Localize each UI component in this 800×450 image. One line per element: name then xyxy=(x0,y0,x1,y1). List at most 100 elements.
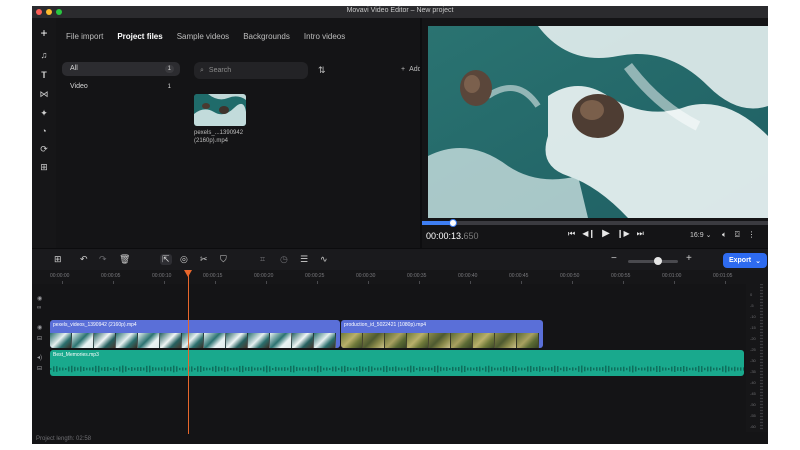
selection-cursor-icon[interactable]: ⇱ xyxy=(160,254,172,265)
video-preview[interactable] xyxy=(428,26,768,218)
waveform-bar xyxy=(254,367,256,371)
waveform-bar xyxy=(335,366,337,372)
zoom-out-icon[interactable]: − xyxy=(611,253,617,264)
more-tools-icon[interactable]: ⊞ xyxy=(36,160,52,174)
clip-frame xyxy=(407,333,429,348)
tab-backgrounds[interactable]: Backgrounds xyxy=(243,32,290,41)
link-icon[interactable]: ∞ xyxy=(37,305,41,311)
waveform-bar xyxy=(383,366,385,372)
search-field[interactable]: ⌕ Search xyxy=(194,62,308,79)
tab-project-files[interactable]: Project files xyxy=(117,32,162,41)
skip-start-icon[interactable]: ⏮ xyxy=(568,229,575,239)
playhead-line[interactable] xyxy=(188,270,189,434)
music-note-icon[interactable]: ♫ xyxy=(36,48,52,62)
scissors-icon[interactable]: ✂ xyxy=(200,254,208,265)
waveform-bar xyxy=(302,367,304,371)
waveform-bar xyxy=(521,367,523,371)
category-video[interactable]: Video 1 xyxy=(62,80,180,94)
volume-icon[interactable]: 🔈︎ xyxy=(722,230,727,240)
tab-file-import[interactable]: File import xyxy=(66,32,103,41)
zoom-in-icon[interactable]: + xyxy=(686,253,692,264)
clip-name: production_id_5022421 (1080p).mp4 xyxy=(344,322,427,328)
frame-forward-icon[interactable]: ❙▶ xyxy=(617,229,630,239)
effects-icon[interactable]: ✦ xyxy=(36,106,52,120)
waveform-bar xyxy=(653,367,655,371)
waveform-bar xyxy=(83,367,85,371)
frame-back-icon[interactable]: ◀❙ xyxy=(582,229,595,239)
waveform-bar xyxy=(251,366,253,372)
audio-wave-icon[interactable]: ∿ xyxy=(320,254,328,265)
waveform-bar xyxy=(560,367,562,371)
timeline-ruler[interactable]: 00:00:00 00:00:05 00:00:10 00:00:15 00:00:20… xyxy=(32,270,768,284)
waveform-bar xyxy=(398,367,400,371)
waveform-bar xyxy=(134,367,136,371)
waveform-bar xyxy=(704,367,706,371)
meter-label: -10 xyxy=(750,314,756,319)
lock-icon[interactable]: ⊟ xyxy=(37,335,42,342)
media-thumbnail[interactable] xyxy=(194,94,246,126)
waveform-bar xyxy=(278,367,280,371)
category-all[interactable]: All 1 xyxy=(62,62,180,76)
add-track-icon[interactable]: ⊞ xyxy=(54,254,62,265)
crop-icon[interactable]: ⌗ xyxy=(260,254,265,265)
titles-icon[interactable]: T xyxy=(36,68,52,82)
snapshot-camera-icon[interactable]: ⌼ xyxy=(735,230,740,240)
zoom-slider[interactable] xyxy=(628,260,678,263)
sort-icon[interactable]: ⇅ xyxy=(318,65,326,76)
clip-frame xyxy=(517,333,539,348)
ocean-rocks-frame xyxy=(428,26,768,218)
zoom-slider-handle[interactable] xyxy=(654,257,662,265)
waveform-bar xyxy=(467,367,469,371)
tab-intro-videos[interactable]: Intro videos xyxy=(304,32,345,41)
status-bar: Project length: 02:58 xyxy=(32,434,768,444)
more-options-icon[interactable]: ⋮ xyxy=(748,230,756,240)
waveform-bar xyxy=(332,366,334,372)
undo-icon[interactable]: ↶ xyxy=(80,254,88,265)
export-button[interactable]: Export ⌄ xyxy=(723,253,767,268)
waveform-bar xyxy=(539,366,541,372)
video-clip-1[interactable]: pexels_videos_1390942 (2160p).mp4 xyxy=(50,320,340,348)
filters-icon[interactable]: ◔ xyxy=(36,124,52,138)
play-icon[interactable]: ▶ xyxy=(602,228,610,239)
waveform-bar xyxy=(440,366,442,372)
video-clip-2[interactable]: production_id_5022421 (1080p).mp4 xyxy=(341,320,543,348)
tab-sample-videos[interactable]: Sample videos xyxy=(177,32,229,41)
waveform-bar xyxy=(236,367,238,371)
ruler-tick-label: 00:00:50 xyxy=(560,273,580,279)
ruler-tick-label: 00:00:05 xyxy=(101,273,121,279)
clip-frame xyxy=(473,333,495,348)
waveform-bar xyxy=(176,366,178,372)
clip-frame xyxy=(270,333,292,348)
waveform-bar xyxy=(77,367,79,371)
waveform-bar xyxy=(107,366,109,372)
eye-icon[interactable]: ◉ xyxy=(37,295,42,302)
waveform-bar xyxy=(473,367,475,371)
lock-icon[interactable]: ⊟ xyxy=(37,365,42,372)
eye-icon[interactable]: ◉ xyxy=(37,324,42,331)
skip-end-icon[interactable]: ⏭ xyxy=(637,229,644,239)
redo-icon[interactable]: ↷ xyxy=(99,254,107,265)
speed-icon[interactable]: ◷ xyxy=(280,254,288,265)
media-tabs: File import Project files Sample videos … xyxy=(66,32,359,41)
trash-icon[interactable]: 🗑︎ xyxy=(119,254,130,265)
waveform-bar xyxy=(527,366,529,372)
waveform-bar xyxy=(569,367,571,371)
speaker-icon[interactable]: ◂) xyxy=(37,354,42,361)
magnet-snap-icon[interactable]: ◎ xyxy=(180,254,188,265)
category-count: 1 xyxy=(164,65,174,73)
waveform-bar xyxy=(644,367,646,371)
preview-scrubber[interactable] xyxy=(422,219,768,227)
ruler-tick-label: 00:00:35 xyxy=(407,273,427,279)
aspect-ratio-select[interactable]: 16:9 ⌄ xyxy=(690,231,711,239)
scrubber-handle[interactable] xyxy=(449,219,458,227)
waveform-bar xyxy=(497,367,499,371)
audio-clip[interactable]: Best_Memories.mp3 xyxy=(50,350,744,376)
add-button[interactable]: + Add xyxy=(401,66,422,73)
import-plus-icon[interactable]: + xyxy=(36,26,52,40)
sticker-icon[interactable]: ⟳ xyxy=(36,142,52,156)
transitions-icon[interactable]: ⋈ xyxy=(36,87,52,101)
shield-icon[interactable]: ⛉ xyxy=(220,254,227,265)
waveform-bar xyxy=(428,367,430,371)
adjust-sliders-icon[interactable]: ☰ xyxy=(300,254,308,265)
waveform-bar xyxy=(578,366,580,372)
